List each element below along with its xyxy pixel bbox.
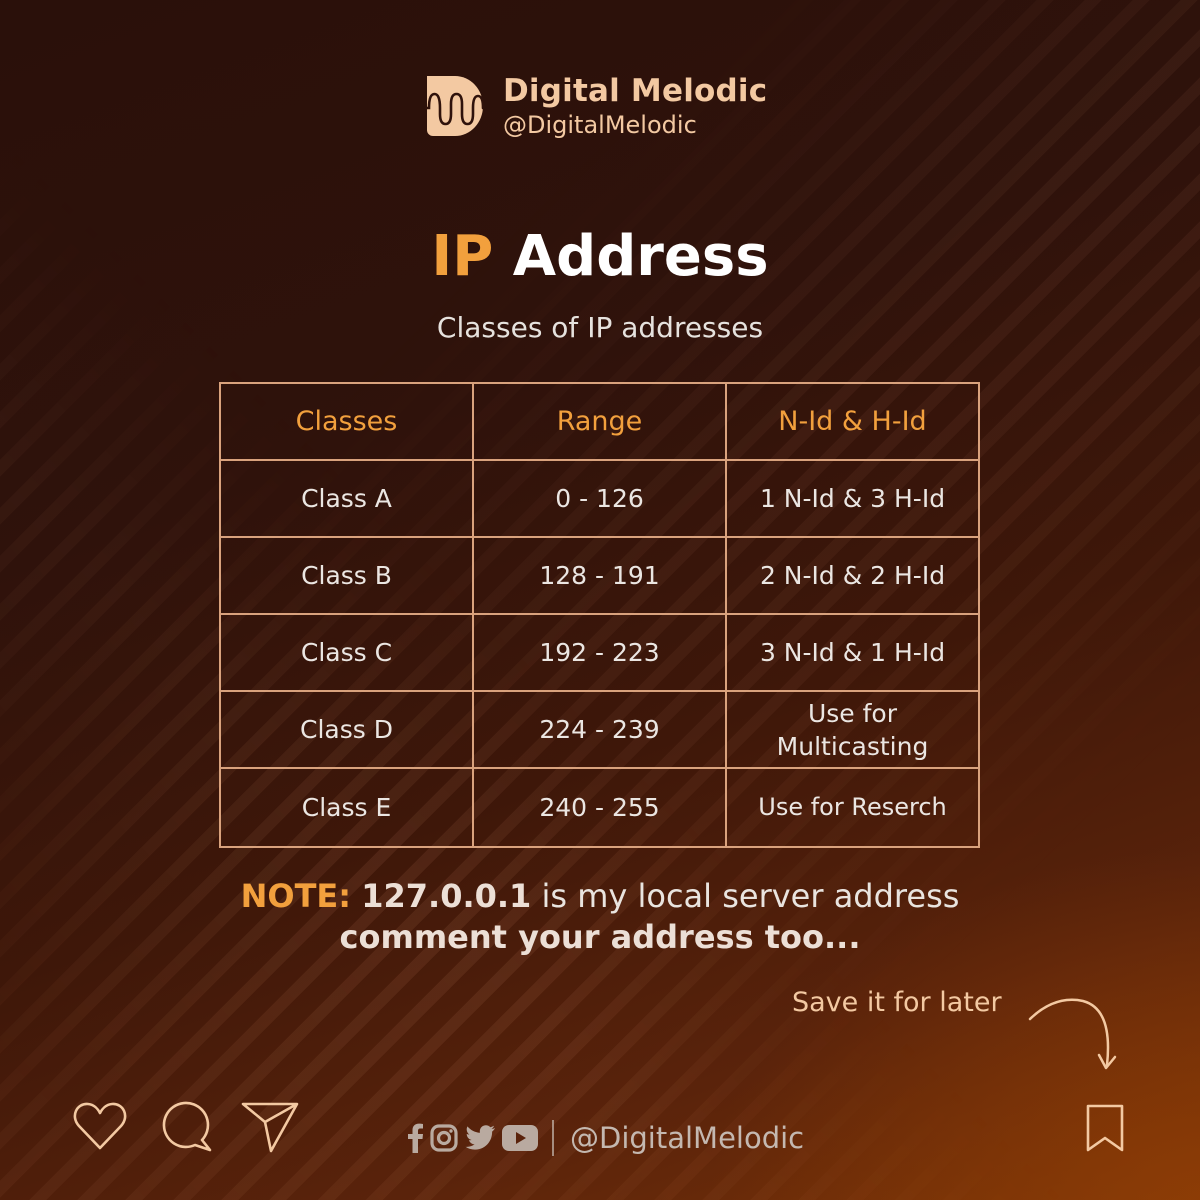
note-line-2: comment your address too... (339, 918, 861, 956)
table-cell-range: 224 - 239 (474, 692, 727, 769)
twitter-icon (465, 1125, 495, 1150)
title-accent: IP (431, 224, 494, 289)
youtube-link[interactable] (502, 1125, 538, 1151)
bookmark-button[interactable] (1085, 1103, 1125, 1153)
heart-icon (73, 1102, 127, 1150)
brand-handle: @DigitalMelodic (503, 111, 697, 139)
table-cell-range: 192 - 223 (474, 615, 727, 692)
table-cell-ids: 1 N-Id & 3 H-Id (727, 461, 978, 538)
brand-header: Digital Melodic @DigitalMelodic (425, 72, 767, 140)
table-cell-ids: 2 N-Id & 2 H-Id (727, 538, 978, 615)
page-title: IP Address (0, 222, 1200, 292)
note: NOTE: 127.0.0.1 is my local server addre… (0, 876, 1200, 958)
note-line-1: NOTE: 127.0.0.1 is my local server addre… (0, 876, 1200, 917)
table-cell-range: 0 - 126 (474, 461, 727, 538)
table-header-range: Range (474, 384, 727, 461)
comment-button[interactable] (158, 1100, 214, 1154)
page-subtitle: Classes of IP addresses (436, 311, 764, 344)
waveform-d-logo-icon (425, 76, 485, 136)
facebook-icon (408, 1123, 423, 1153)
brand-name: Digital Melodic (503, 73, 768, 109)
social-footer: @DigitalMelodic (406, 1118, 804, 1158)
footer-handle: @DigitalMelodic (570, 1121, 805, 1155)
twitter-link[interactable] (464, 1124, 496, 1152)
facebook-link[interactable] (406, 1123, 424, 1153)
table-cell-ids: Use for Reserch (758, 793, 947, 821)
speech-bubble-icon (162, 1101, 212, 1152)
table-cell-class: Class B (221, 538, 474, 615)
save-for-later-label: Save it for later (792, 987, 1002, 1018)
table-cell-range: 240 - 255 (474, 769, 727, 846)
table-header-nid-hid: N-Id & H-Id (727, 384, 978, 461)
bookmark-icon (1086, 1104, 1124, 1152)
table-cell-class: Class D (221, 692, 474, 769)
table-cell-ids: 3 N-Id & 1 H-Id (727, 615, 978, 692)
note-text: is my local server address (531, 877, 960, 915)
table-cell-range: 128 - 191 (474, 538, 727, 615)
instagram-link[interactable] (430, 1124, 458, 1152)
table-header-classes: Classes (221, 384, 474, 461)
table-cell-class: Class E (221, 769, 474, 846)
table-cell-class: Class C (221, 615, 474, 692)
table-cell-ids: Use for Multicasting (727, 692, 978, 769)
share-button[interactable] (240, 1100, 300, 1154)
table-cell-class: Class A (221, 461, 474, 538)
instagram-icon (430, 1124, 458, 1152)
ip-classes-table: Classes Range N-Id & H-Id Class A 0 - 12… (219, 382, 980, 848)
curved-arrow-down-icon (1028, 998, 1117, 1070)
title-rest: Address (512, 224, 769, 289)
note-label: NOTE: (240, 877, 352, 915)
note-ip: 127.0.0.1 (361, 877, 532, 915)
like-button[interactable] (72, 1100, 128, 1152)
youtube-icon (502, 1125, 538, 1151)
paper-plane-icon (241, 1102, 299, 1153)
footer-divider (552, 1120, 554, 1156)
